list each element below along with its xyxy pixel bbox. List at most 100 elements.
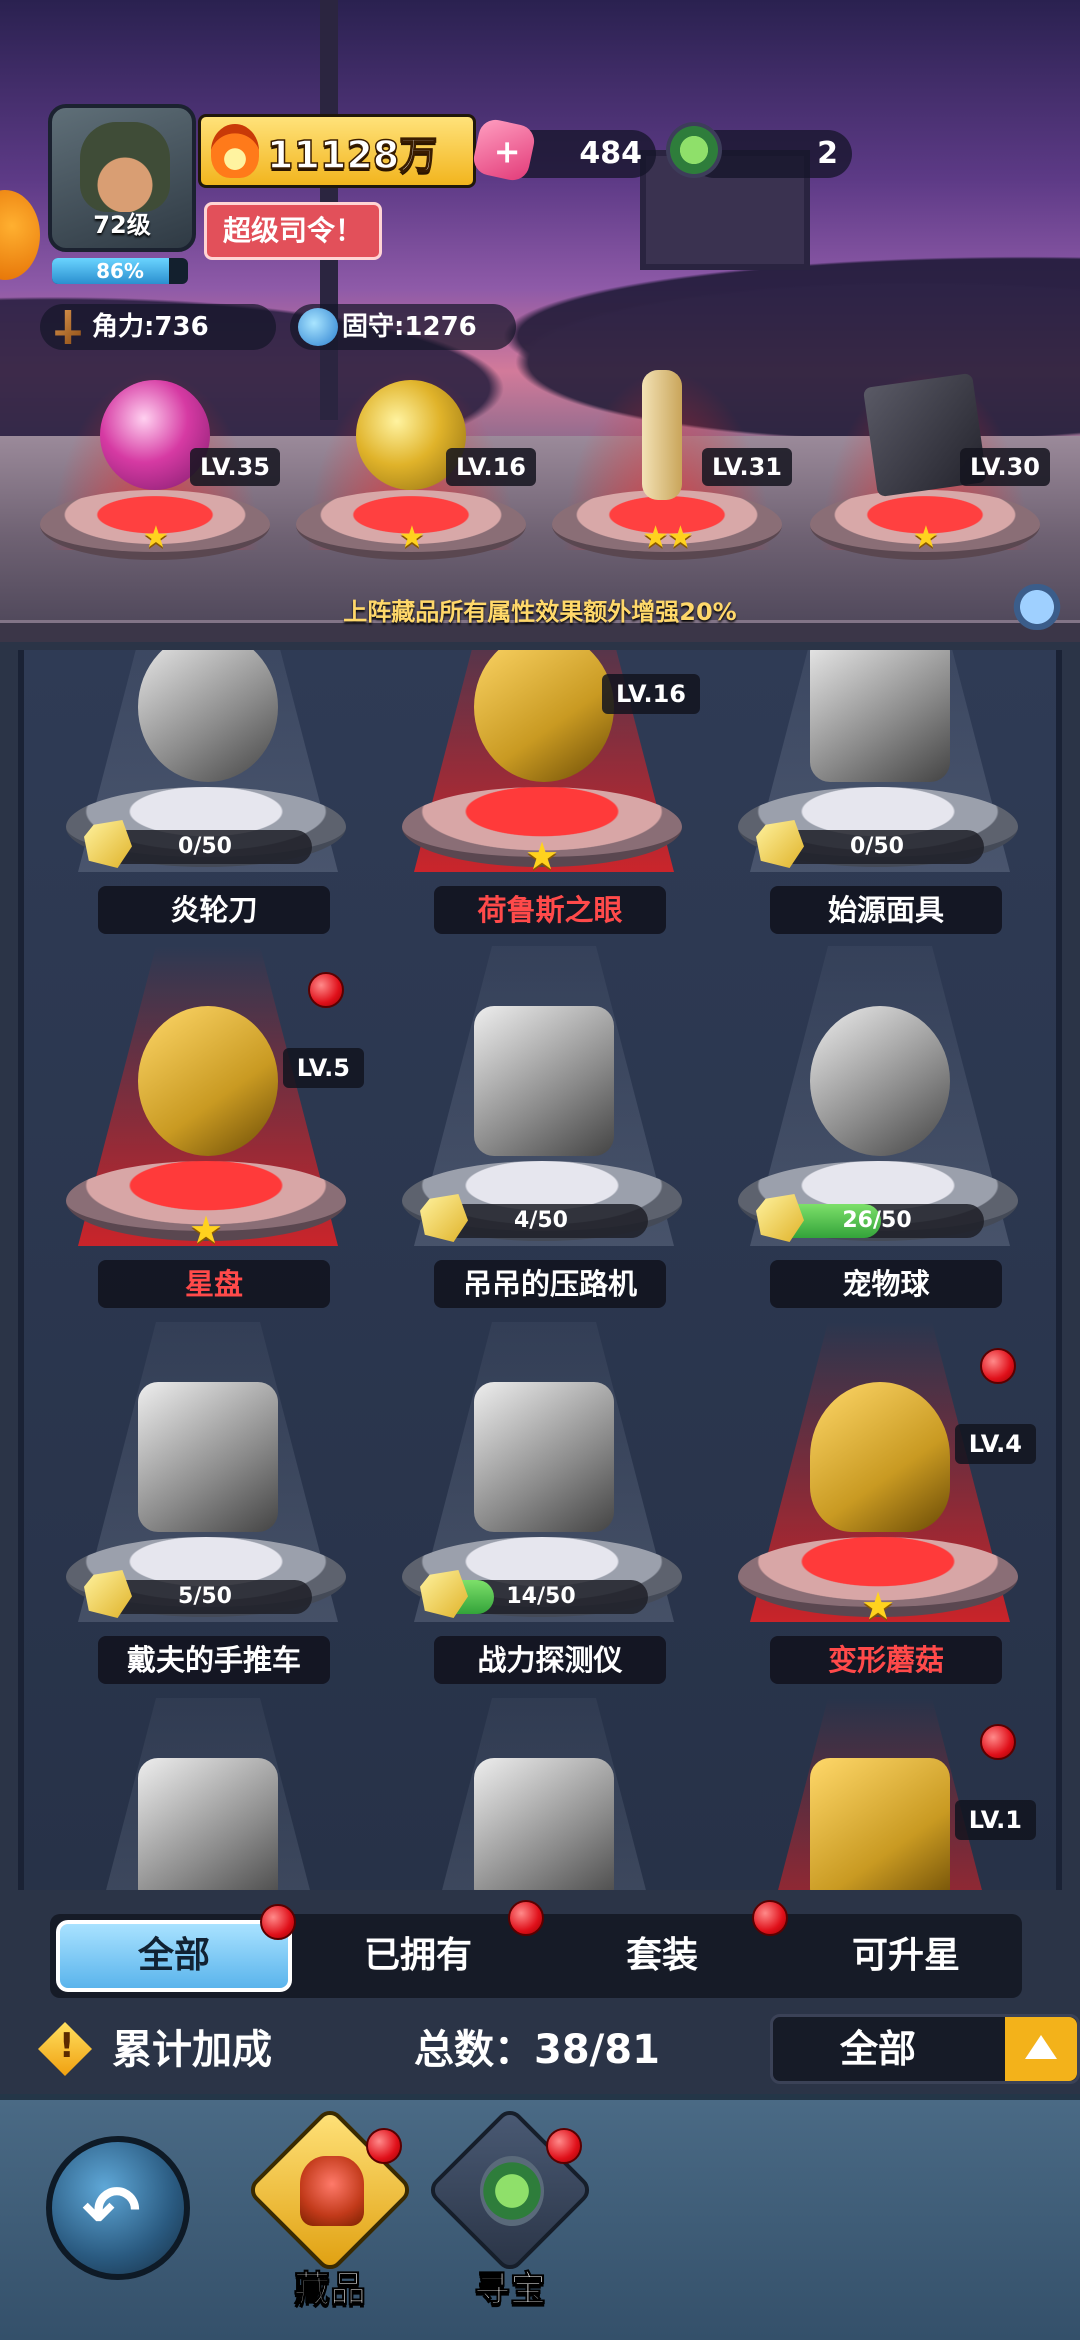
primal-mask-icon	[810, 650, 950, 782]
nav-treasure[interactable]: 寻宝	[425, 2105, 595, 2311]
notification-dot	[308, 972, 344, 1008]
deployed-slot-4[interactable]: LV.30 ★	[800, 360, 1050, 580]
collection-card[interactable]	[374, 1698, 710, 1890]
collection-card[interactable]: 0/50 始源面具	[710, 650, 1046, 948]
tab-upgradable[interactable]: 可升星	[788, 1920, 1024, 1992]
compass-icon	[666, 122, 722, 178]
item-name: 吊吊的压路机	[434, 1260, 666, 1308]
item-level: LV.16	[602, 674, 700, 714]
star-icon: ★	[188, 1208, 224, 1252]
item-name: 宠物球	[770, 1260, 1002, 1308]
nav-collection[interactable]: 藏品	[245, 2105, 415, 2311]
radar-icon	[480, 2156, 544, 2226]
item-name: 戴夫的手推车	[98, 1636, 330, 1684]
exp-percent: 86%	[96, 259, 144, 283]
gem-count: 484	[579, 136, 642, 171]
item-name: 荷鲁斯之眼	[434, 886, 666, 934]
item-name: 始源面具	[770, 886, 1002, 934]
slot-level: LV.16	[446, 448, 536, 486]
collection-card[interactable]: 0/50 炎轮刀	[38, 650, 374, 948]
flame-icon	[211, 124, 259, 178]
summary-bar: 累计加成 总数：38/81 全部	[34, 2014, 1080, 2086]
pet-ball-icon	[810, 1006, 950, 1156]
slot-stars: ★★	[642, 520, 694, 555]
collection-card[interactable]	[38, 1698, 374, 1890]
magnifier-icon[interactable]	[1002, 584, 1072, 630]
compass-count: 2	[817, 136, 838, 171]
collection-grid: 0/50 炎轮刀 LV.16 ★ 荷鲁斯之眼 0/50 始源面具 LV.5 ★ …	[18, 650, 1062, 1890]
power-scouter-icon	[474, 1382, 614, 1532]
bottom-nav: ↶ 藏品 寻宝	[0, 2094, 1080, 2340]
slot-level: LV.30	[960, 448, 1050, 486]
player-avatar[interactable]: 72级	[48, 104, 196, 252]
player-title[interactable]: 超级司令！	[204, 202, 382, 260]
collection-card[interactable]: 26/50 宠物球	[710, 946, 1046, 1322]
item-level: LV.1	[954, 1800, 1036, 1840]
lawn-mower-icon	[138, 1382, 278, 1532]
deploy-bonus-text: 上阵藏品所有属性效果额外增强20%	[343, 598, 737, 626]
shard-progress: 14/50	[420, 1570, 648, 1618]
combat-power: 11128万	[198, 114, 476, 188]
shield-icon	[298, 308, 338, 346]
attack-label: 角力:	[92, 312, 155, 342]
item-name: 炎轮刀	[98, 886, 330, 934]
shard-progress: 26/50	[756, 1194, 984, 1242]
defense-label: 固守:	[342, 312, 405, 342]
filter-tabs: 全部 已拥有 套装 可升星	[50, 1900, 1024, 1998]
defense-value: 1276	[404, 312, 477, 342]
star-disc-icon	[138, 1006, 278, 1156]
slot-stars: ★	[398, 520, 426, 555]
tab-owned[interactable]: 已拥有	[300, 1900, 544, 1992]
attack-value: 736	[154, 312, 209, 342]
sword-icon	[55, 310, 81, 344]
chevron-up-icon[interactable]	[1005, 2017, 1077, 2081]
tab-all[interactable]: 全部	[56, 1904, 296, 1992]
infinity-gauntlet-icon	[810, 1758, 950, 1890]
star-icon: ★	[524, 834, 560, 878]
notification-dot	[980, 1724, 1016, 1760]
compass-counter[interactable]: 2	[666, 122, 852, 178]
back-button[interactable]: ↶	[46, 2136, 190, 2280]
road-roller-icon	[474, 1006, 614, 1156]
notification-dot	[508, 1900, 544, 1936]
sort-value: 全部	[839, 2027, 916, 2071]
deployed-slot-3[interactable]: LV.31 ★★	[542, 360, 792, 580]
collection-card[interactable]: 14/50 战力探测仪	[374, 1322, 710, 1698]
gauntlet-icon	[474, 1758, 614, 1890]
collection-card[interactable]: LV.1	[710, 1698, 1046, 1890]
collection-card[interactable]: LV.4 ★ 变形蘑菇	[710, 1322, 1046, 1698]
warning-icon[interactable]	[38, 2022, 92, 2076]
slot-stars: ★	[142, 520, 170, 555]
slot-level: LV.35	[190, 448, 280, 486]
item-level: LV.5	[282, 1048, 364, 1088]
tab-sets[interactable]: 套装	[544, 1900, 788, 1992]
shard-progress: 5/50	[84, 1570, 312, 1618]
gem-counter[interactable]: 484	[470, 116, 656, 184]
item-name: 星盘	[98, 1260, 330, 1308]
collection-card[interactable]: 4/50 吊吊的压路机	[374, 946, 710, 1322]
cumulative-bonus-label[interactable]: 累计加成	[112, 2014, 272, 2086]
defense-stat: 固守:1276	[290, 304, 516, 350]
collection-card[interactable]: LV.5 ★ 星盘	[38, 946, 374, 1322]
notification-dot	[980, 1348, 1016, 1384]
victory-glove-icon	[138, 1758, 278, 1890]
deployed-slot-1[interactable]: LV.35 ★	[30, 360, 280, 580]
deployed-slot-2[interactable]: LV.16 ★	[286, 360, 536, 580]
mushroom-icon	[810, 1382, 950, 1532]
exp-bar: 86%	[52, 258, 188, 284]
sort-dropdown[interactable]: 全部	[770, 2014, 1080, 2084]
item-name: 战力探测仪	[434, 1636, 666, 1684]
shard-progress: 0/50	[84, 820, 312, 868]
combat-power-value: 11128万	[266, 132, 438, 178]
star-icon: ★	[860, 1584, 896, 1628]
collection-card[interactable]: LV.16 ★ 荷鲁斯之眼	[374, 650, 710, 948]
item-level: LV.4	[954, 1424, 1036, 1464]
collection-card[interactable]: 5/50 戴夫的手推车	[38, 1322, 374, 1698]
magic-staff-icon	[642, 370, 682, 500]
notification-dot	[366, 2128, 402, 2164]
notification-dot	[260, 1904, 296, 1940]
item-name: 变形蘑菇	[770, 1636, 1002, 1684]
soldier-portrait-icon	[80, 122, 170, 212]
attack-stat: 角力:736	[40, 304, 276, 350]
shard-progress: 4/50	[420, 1194, 648, 1242]
